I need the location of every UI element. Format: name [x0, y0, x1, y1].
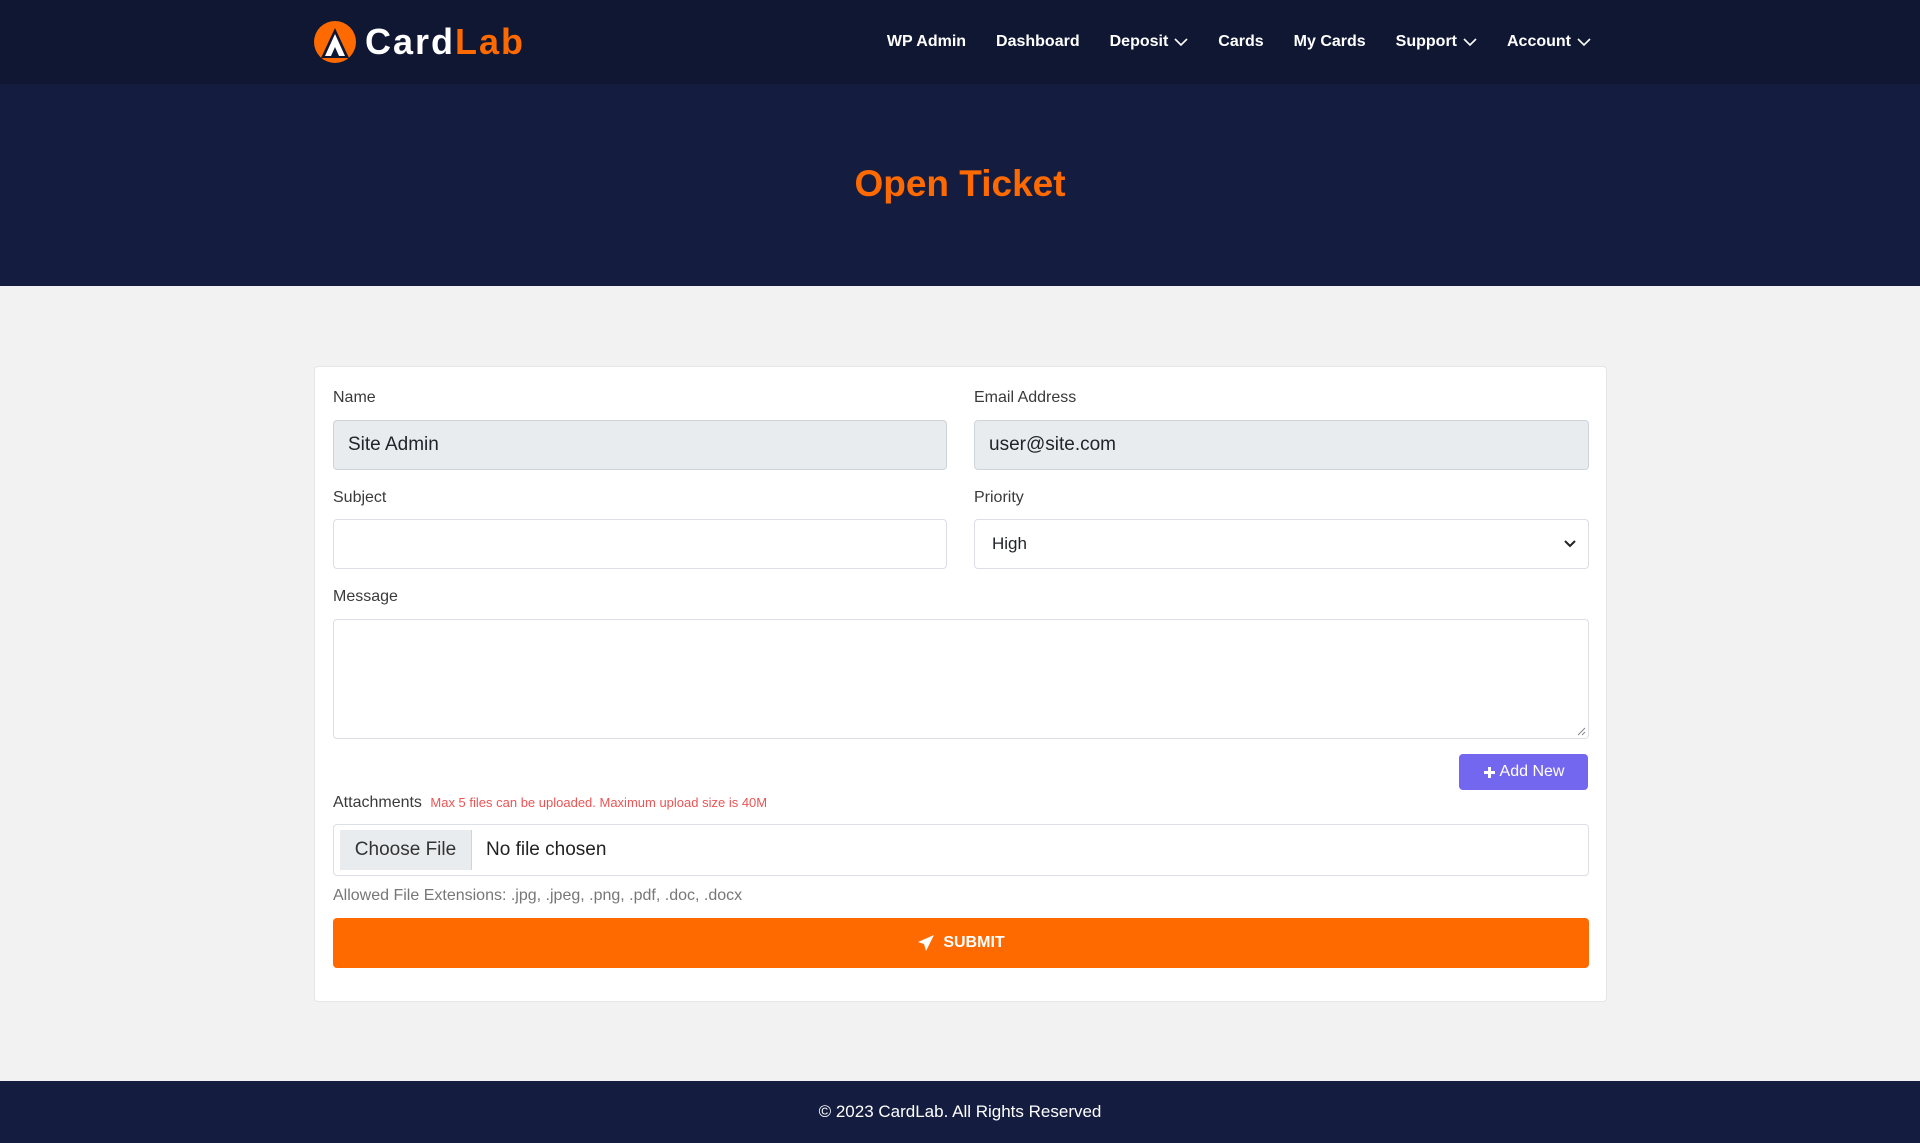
submit-label: SUBMIT: [943, 934, 1005, 951]
nav-item-label: My Cards: [1293, 33, 1366, 50]
allowed-extensions-text: Allowed File Extensions: .jpg, .jpeg, .p…: [333, 887, 743, 904]
nav-item-support[interactable]: Support: [1396, 33, 1477, 51]
add-new-attachment-button[interactable]: Add New: [1459, 754, 1588, 790]
file-input[interactable]: Choose File No file chosen: [333, 824, 1589, 876]
nav-item-dashboard[interactable]: Dashboard: [996, 33, 1080, 51]
plus-icon: [1483, 766, 1495, 778]
resize-handle-icon[interactable]: [1577, 727, 1586, 736]
subject-input[interactable]: [333, 519, 947, 569]
priority-selected-value: High: [992, 534, 1027, 553]
brand-name-part1: Card: [365, 21, 456, 62]
nav-item-cards[interactable]: Cards: [1218, 33, 1263, 51]
brand-name: CardLab: [365, 20, 525, 64]
message-label: Message: [333, 588, 398, 605]
chevron-down-icon: [1564, 540, 1576, 548]
page-title: Open Ticket: [854, 163, 1066, 204]
file-status: No file chosen: [486, 839, 607, 860]
add-new-label: Add New: [1499, 763, 1565, 780]
nav-item-label: Dashboard: [996, 33, 1080, 50]
nav-item-deposit[interactable]: Deposit: [1110, 33, 1189, 51]
nav-item-my-cards[interactable]: My Cards: [1294, 33, 1366, 51]
nav-item-label: Cards: [1218, 33, 1264, 50]
brand-logo[interactable]: CardLab: [313, 20, 525, 64]
brand-name-part2: Lab: [455, 21, 526, 62]
email-field[interactable]: user@site.com: [974, 420, 1589, 470]
email-label: Email Address: [974, 389, 1077, 406]
name-field[interactable]: Site Admin: [333, 420, 947, 470]
name-label: Name: [333, 389, 376, 406]
nav-item-label: Support: [1395, 33, 1457, 50]
priority-select[interactable]: High: [974, 519, 1589, 569]
nav-item-label: Account: [1507, 33, 1571, 50]
email-field-value: user@site.com: [989, 434, 1116, 455]
logo-mark-icon: [314, 21, 356, 63]
message-textarea[interactable]: [333, 619, 1589, 739]
name-field-value: Site Admin: [348, 434, 439, 455]
subject-label: Subject: [333, 489, 387, 506]
paper-plane-icon: [918, 935, 935, 951]
attachments-label-row: Attachments Max 5 files can be uploaded.…: [333, 793, 767, 813]
choose-file-button[interactable]: Choose File: [340, 830, 472, 870]
chevron-down-icon: [1577, 37, 1591, 46]
chevron-down-icon: [1174, 37, 1188, 46]
page-hero: Open Ticket: [0, 84, 1920, 286]
header: CardLab WP Admin Dashboard Deposit Cards…: [0, 0, 1920, 84]
submit-button[interactable]: SUBMIT: [333, 918, 1589, 968]
footer: © 2023 CardLab. All Rights Reserved: [0, 1081, 1920, 1143]
ticket-form-card: Name Site Admin Email Address user@site.…: [314, 366, 1607, 1002]
nav-item-label: Deposit: [1109, 33, 1169, 50]
main-nav: WP Admin Dashboard Deposit Cards My Card…: [887, 0, 1591, 84]
attachments-label: Attachments: [333, 794, 422, 811]
priority-label: Priority: [974, 489, 1024, 506]
copyright-text: © 2023 CardLab. All Rights Reserved: [818, 1102, 1102, 1121]
chevron-down-icon: [1463, 37, 1477, 46]
nav-item-label: WP Admin: [886, 33, 967, 50]
attachments-note: Max 5 files can be uploaded. Maximum upl…: [430, 795, 768, 810]
nav-item-account[interactable]: Account: [1507, 33, 1591, 51]
nav-item-wp-admin[interactable]: WP Admin: [887, 33, 966, 51]
